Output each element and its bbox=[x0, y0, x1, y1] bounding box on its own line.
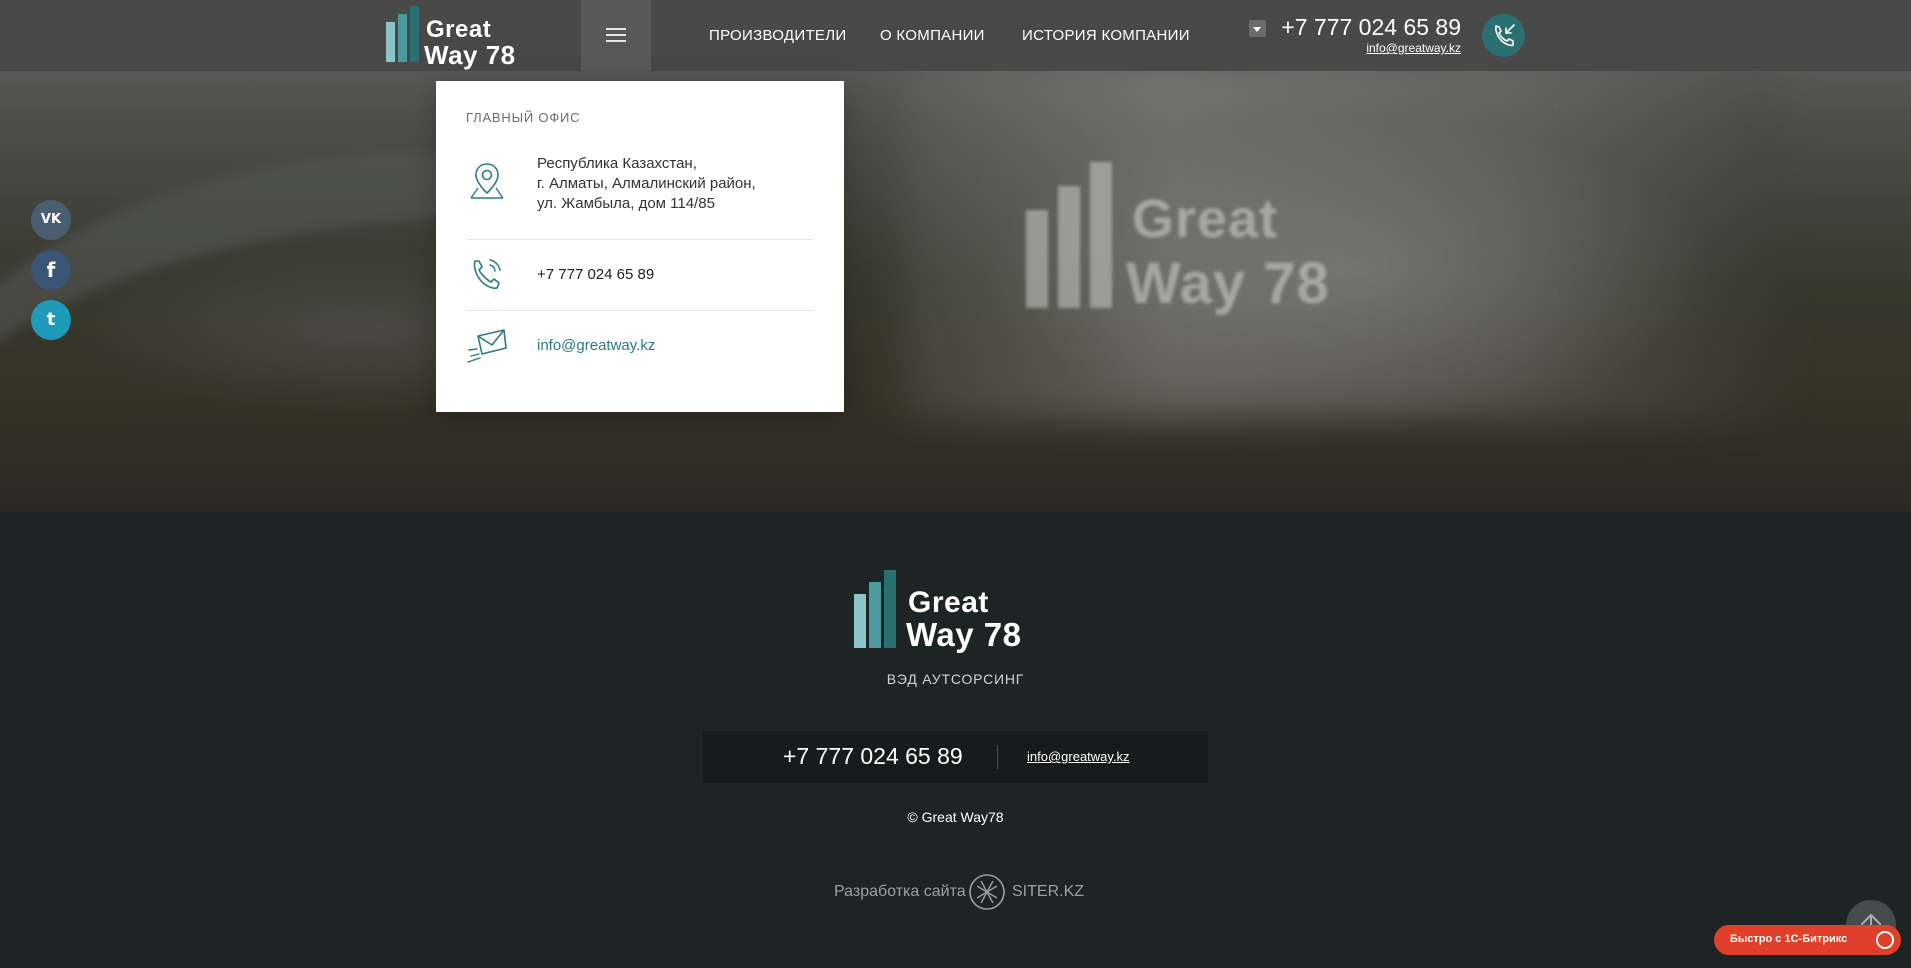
header-email-link[interactable]: info@greatway.kz bbox=[1366, 41, 1461, 55]
vk-button[interactable]: VK bbox=[31, 200, 71, 240]
header-phone[interactable]: +7 777 024 65 89 bbox=[1281, 14, 1461, 41]
twitter-button[interactable]: t bbox=[31, 300, 71, 340]
nav-company-history[interactable]: ИСТОРИЯ КОМПАНИИ bbox=[1022, 27, 1190, 44]
hero-logo-line1: Great bbox=[1132, 189, 1279, 249]
siter-logo-icon bbox=[969, 874, 1005, 910]
footer-logo[interactable]: Great Way 78 bbox=[854, 570, 1064, 653]
facebook-icon: f bbox=[46, 258, 56, 282]
dropdown-title: ГЛАВНЫЙ ОФИС bbox=[466, 110, 581, 125]
developer-credit[interactable]: Разработка сайта SITER.KZ bbox=[834, 872, 1094, 912]
email-envelope-icon bbox=[467, 329, 507, 363]
bitrix-label: Быстро с 1С-Битрикс bbox=[1730, 933, 1848, 945]
divider bbox=[466, 239, 814, 240]
clock-icon bbox=[1876, 931, 1894, 949]
hero-logo-line2: Way 78 bbox=[1126, 251, 1330, 316]
logo-line2: Way 78 bbox=[424, 40, 516, 70]
hamburger-icon bbox=[606, 28, 626, 30]
bitrix-badge[interactable]: Быстро с 1С-Битрикс bbox=[1714, 925, 1901, 955]
hero-banner: Great Way 78 bbox=[0, 0, 1911, 512]
logo-bars-icon bbox=[386, 6, 422, 62]
vk-icon: VK bbox=[40, 212, 62, 227]
phone-dropdown-toggle[interactable] bbox=[1249, 20, 1266, 37]
footer-tagline: ВЭД АУТСОРСИНГ bbox=[886, 671, 1025, 687]
divider bbox=[997, 745, 998, 769]
incoming-call-icon bbox=[1495, 24, 1515, 47]
developer-brand: SITER.KZ bbox=[1012, 883, 1085, 900]
menu-button[interactable] bbox=[581, 0, 651, 71]
site-footer: Great Way 78 ВЭД АУТСОРСИНГ +7 777 024 6… bbox=[0, 512, 1911, 968]
nav-about-company[interactable]: О КОМПАНИИ bbox=[880, 27, 985, 44]
office-address: Республика Казахстан, г. Алматы, Алмалин… bbox=[537, 155, 756, 212]
site-header: Great Way 78 ПРОИЗВОДИТЕЛИ О КОМПАНИИ ИС… bbox=[0, 0, 1911, 71]
footer-contacts-bar: +7 777 024 65 89 info@greatway.kz bbox=[703, 731, 1208, 783]
developer-label: Разработка сайта bbox=[834, 883, 966, 900]
logo-bars-icon bbox=[854, 570, 898, 648]
copyright: © Great Way78 bbox=[907, 809, 1004, 825]
footer-logo-line1: Great bbox=[908, 586, 989, 619]
logo-bars-icon bbox=[1026, 162, 1112, 308]
footer-phone[interactable]: +7 777 024 65 89 bbox=[783, 743, 963, 770]
facebook-button[interactable]: f bbox=[31, 250, 71, 290]
hero-watermark-logo: Great Way 78 bbox=[1026, 162, 1446, 316]
footer-logo-line2: Way 78 bbox=[906, 616, 1022, 653]
nav-manufacturers[interactable]: ПРОИЗВОДИТЕЛИ bbox=[709, 27, 846, 44]
office-contacts-dropdown: ГЛАВНЫЙ ОФИС Республика Казахстан, г. Ал… bbox=[436, 81, 844, 412]
office-phone[interactable]: +7 777 024 65 89 bbox=[537, 266, 654, 283]
header-logo[interactable]: Great Way 78 bbox=[386, 6, 546, 70]
footer-email-link[interactable]: info@greatway.kz bbox=[1027, 749, 1130, 764]
office-email-link[interactable]: info@greatway.kz bbox=[537, 337, 655, 354]
phone-icon bbox=[473, 259, 501, 290]
location-pin-icon bbox=[470, 163, 504, 199]
divider bbox=[466, 310, 814, 311]
twitter-icon: t bbox=[46, 309, 56, 330]
callback-button[interactable] bbox=[1482, 14, 1525, 57]
